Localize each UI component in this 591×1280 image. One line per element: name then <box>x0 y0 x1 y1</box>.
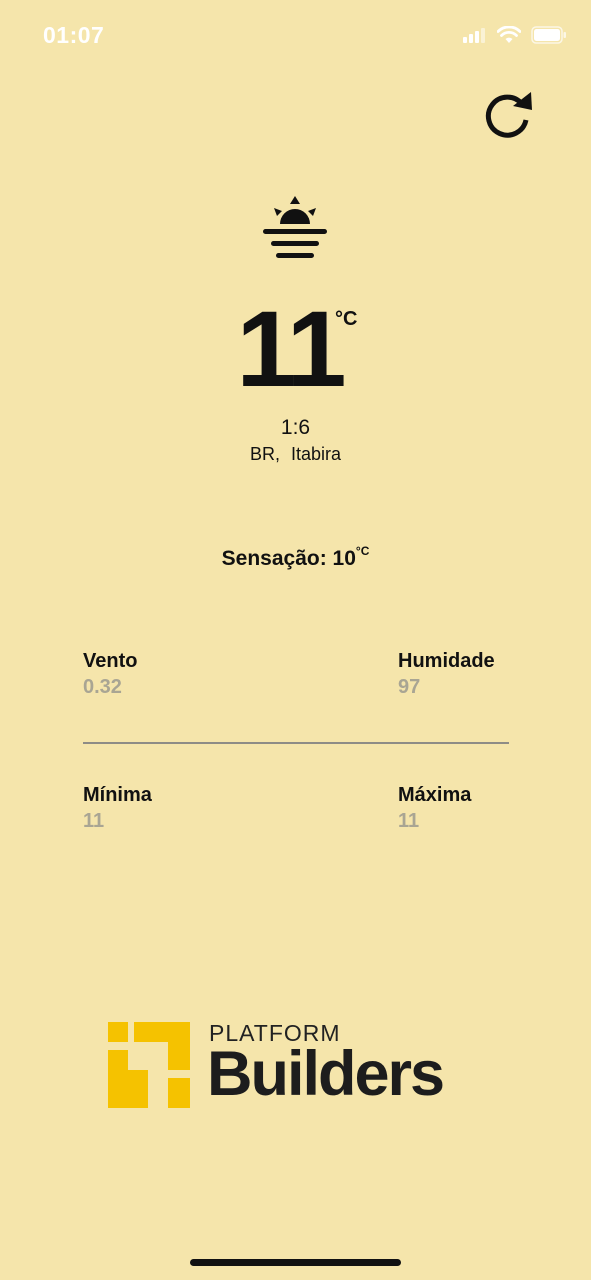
battery-icon <box>531 26 566 44</box>
feels-like: Sensação: 10°C <box>0 544 591 571</box>
humidity-value: 97 <box>398 676 421 698</box>
wind-label: Vento <box>83 650 138 672</box>
logo-mark-icon <box>108 1022 190 1108</box>
stat-humidity: Humidade 97 <box>398 650 578 699</box>
logo-builders-text: Builders <box>207 1039 445 1109</box>
stat-min: Mínima 11 <box>83 784 263 833</box>
divider <box>83 742 509 744</box>
wifi-icon <box>497 26 521 43</box>
refresh-icon <box>485 92 532 138</box>
platform-builders-logo: PLATFORM Builders <box>108 1018 498 1110</box>
stat-max: Máxima 11 <box>398 784 578 833</box>
refresh-button[interactable] <box>480 88 536 144</box>
location-text: BR, Itabira <box>249 444 342 464</box>
temperature-unit: °C <box>335 308 358 330</box>
humidity-label: Humidade <box>398 650 495 672</box>
signal-icon <box>463 28 485 43</box>
min-value: 11 <box>83 810 105 832</box>
max-label: Máxima <box>398 784 472 806</box>
wind-value: 0.32 <box>83 676 122 698</box>
temperature-display: 11 <box>0 295 591 403</box>
stat-wind: Vento 0.32 <box>83 650 263 699</box>
min-label: Mínima <box>83 784 152 806</box>
weather-icon <box>260 194 330 264</box>
sunrise-fog-icon <box>263 196 327 258</box>
home-indicator[interactable] <box>190 1259 401 1266</box>
max-value: 11 <box>398 810 420 832</box>
feels-like-label: Sensação: 10 <box>221 547 356 570</box>
status-time: 01:07 <box>43 22 105 48</box>
status-bar: 01:07 <box>0 0 591 72</box>
local-time: 1:6 <box>280 416 311 439</box>
status-icons <box>463 26 567 44</box>
temperature-value: 11 <box>236 288 346 409</box>
feels-like-unit: °C <box>355 544 370 558</box>
